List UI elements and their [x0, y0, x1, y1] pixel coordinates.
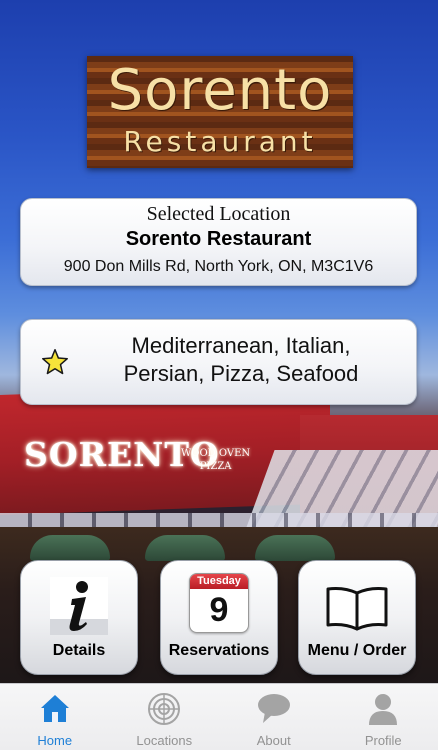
details-button[interactable]: Details: [20, 560, 138, 675]
restaurant-logo: Sorento Restaurant: [87, 56, 353, 168]
selected-location-label: Selected Location: [146, 203, 291, 225]
cuisine-list: Mediterranean, Italian, Persian, Pizza, …: [123, 333, 359, 386]
calendar-day: Tuesday: [190, 574, 248, 589]
calendar-date: 9: [209, 591, 229, 629]
home-icon: [40, 695, 69, 722]
tab-bar: Home Locations About Profile: [0, 683, 438, 750]
menu-order-label: Menu / Order: [307, 642, 407, 659]
reservations-label: Reservations: [168, 642, 270, 659]
calendar-icon: Tuesday 9: [189, 573, 249, 633]
person-icon: [369, 694, 398, 725]
location-name: Sorento Restaurant: [125, 228, 312, 250]
building-sign-subtitle: WOOD OVEN PIZZA: [181, 448, 251, 472]
details-label: Details: [52, 642, 106, 659]
cuisine-card[interactable]: Mediterranean, Italian, Persian, Pizza, …: [20, 319, 417, 405]
home-screen: SORENTO WOOD OVEN PIZZA Sorento Restaura…: [0, 0, 438, 750]
logo-subtitle: Restaurant: [123, 125, 317, 158]
tab-profile[interactable]: Profile: [329, 684, 438, 750]
location-address: 900 Don Mills Rd, North York, ON, M3C1V6: [63, 258, 374, 275]
star-icon: [41, 348, 69, 375]
selected-location-card[interactable]: Selected Location Sorento Restaurant 900…: [20, 198, 417, 286]
reservations-button[interactable]: Tuesday 9 Reservations: [160, 560, 278, 675]
tab-locations[interactable]: Locations: [110, 684, 220, 750]
tab-about[interactable]: About: [219, 684, 329, 750]
info-icon: [50, 577, 108, 635]
logo-title: Sorento: [107, 58, 333, 123]
tab-home[interactable]: Home: [0, 684, 110, 750]
radar-icon: [148, 693, 181, 725]
speech-bubble-icon: [257, 694, 290, 723]
menu-order-button[interactable]: Menu / Order: [298, 560, 416, 675]
book-icon: [326, 587, 388, 631]
